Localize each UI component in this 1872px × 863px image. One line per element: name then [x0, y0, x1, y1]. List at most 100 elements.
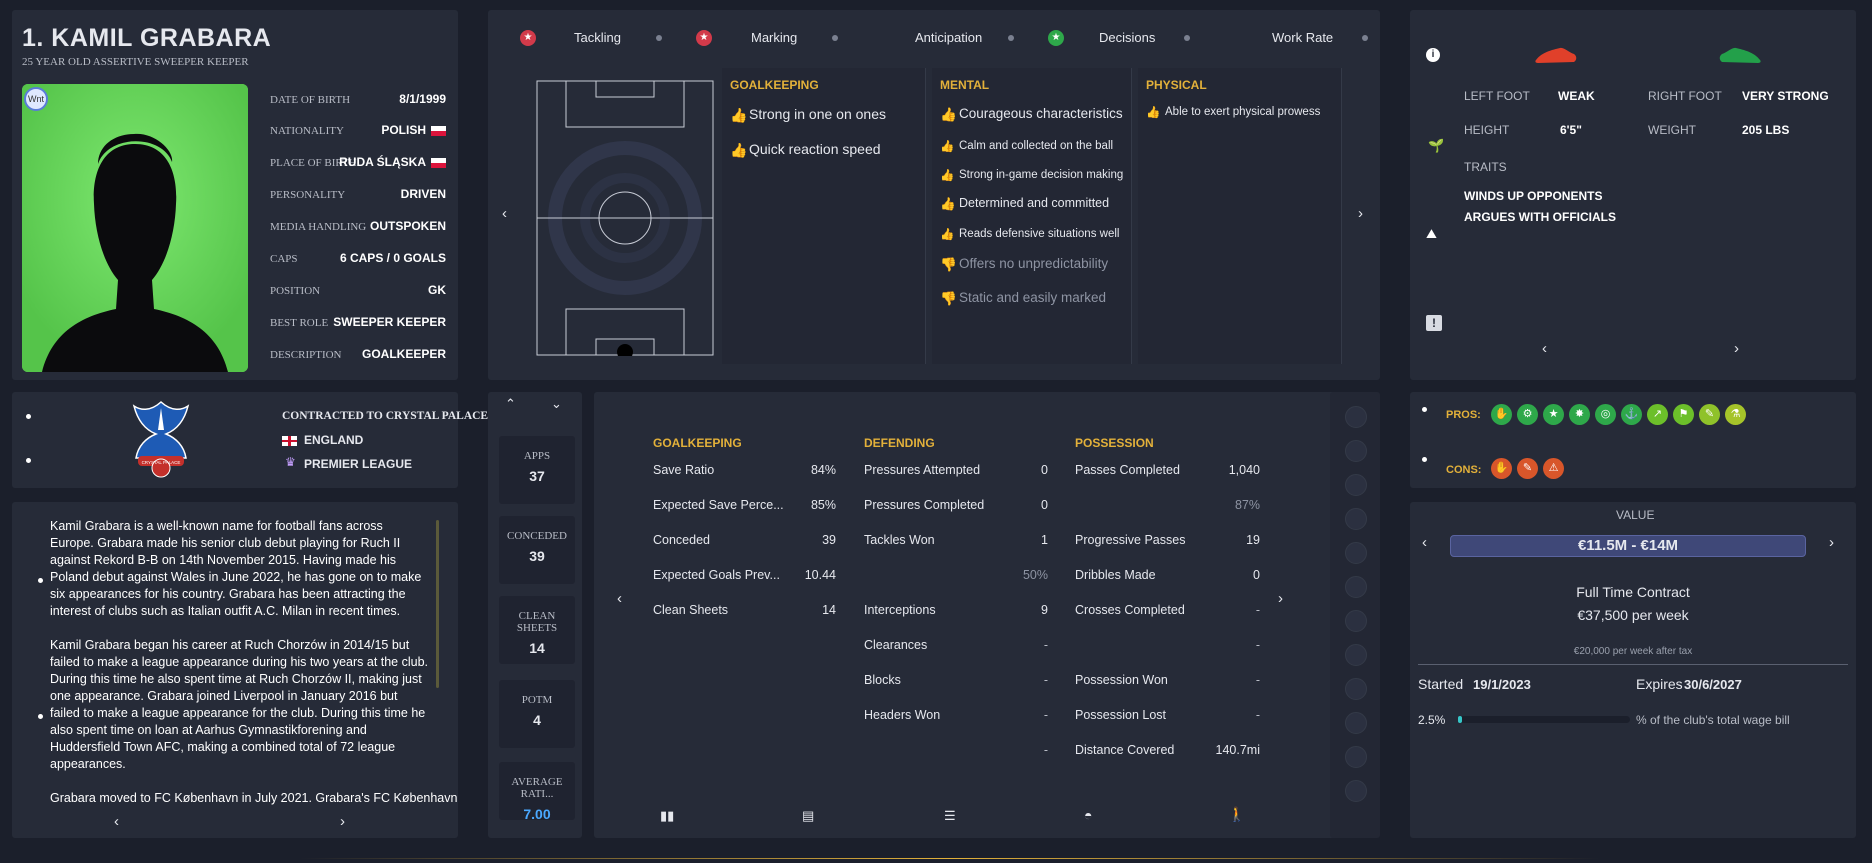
- stat-value: 0: [1253, 568, 1260, 582]
- thumbs-up-icon: 👍: [940, 141, 955, 153]
- thumbs-up-icon: 👍: [940, 170, 955, 182]
- season-stat-label: CONCEDED: [507, 530, 567, 542]
- con-attribute-icon[interactable]: ✎: [1517, 458, 1538, 479]
- stat-row: Distance Covered 140.7mi: [1075, 743, 1260, 761]
- next-arrow-icon[interactable]: ›: [1734, 340, 1739, 357]
- season-stat: CLEAN SHEETS 14: [499, 596, 575, 664]
- profile-row-value[interactable]: RUDA ŚLĄSKA: [339, 155, 446, 169]
- goalkeeping-header: GOALKEEPING: [653, 436, 742, 450]
- next-arrow-icon[interactable]: ›: [340, 813, 345, 830]
- prev-arrow-icon[interactable]: ‹: [1542, 340, 1547, 357]
- sprout-icon[interactable]: 🌱: [1428, 138, 1444, 154]
- nav-circle-icon[interactable]: [1345, 508, 1367, 530]
- stat-value: 85%: [810, 498, 836, 512]
- nav-circle-icon[interactable]: [1345, 780, 1367, 802]
- bullet-icon: [26, 458, 31, 463]
- next-arrow-icon[interactable]: ›: [1829, 534, 1834, 551]
- pro-attribute-icon[interactable]: ✸: [1569, 404, 1590, 425]
- list-icon[interactable]: ☰: [944, 808, 956, 824]
- club-panel: [12, 392, 458, 488]
- wanted-badge[interactable]: Wnt: [24, 87, 48, 111]
- profile-row: CAPS 6 CAPS / 0 GOALS: [270, 249, 446, 267]
- pro-attribute-icon[interactable]: ◎: [1595, 404, 1616, 425]
- value-text: €11.5M - €14M: [1577, 537, 1679, 554]
- pro-attribute-icon[interactable]: ↗: [1647, 404, 1668, 425]
- profile-row-label: CAPS: [270, 253, 298, 265]
- league-logo-icon: ♛: [285, 455, 296, 469]
- next-arrow-icon[interactable]: ›: [1358, 205, 1363, 222]
- info-icon[interactable]: i: [1426, 48, 1440, 62]
- pro-attribute-icon[interactable]: ⚙: [1517, 404, 1538, 425]
- mountain-icon[interactable]: ⛰: [1426, 226, 1437, 242]
- prev-arrow-icon[interactable]: ‹: [114, 813, 119, 830]
- bio-scrollbar[interactable]: [436, 520, 439, 688]
- pro-attribute-icon[interactable]: ⚓: [1621, 404, 1642, 425]
- player-name: 1. KAMIL GRABARA: [22, 24, 272, 52]
- started-value: 19/1/2023: [1473, 677, 1531, 692]
- nav-circle-icon[interactable]: [1345, 712, 1367, 734]
- alert-icon[interactable]: !: [1426, 315, 1442, 331]
- stat-label: Pressures Completed: [864, 498, 985, 512]
- country-text[interactable]: ENGLAND: [304, 433, 363, 447]
- profile-row-label: POSITION: [270, 285, 321, 297]
- chevron-up-icon[interactable]: ⌃: [505, 396, 516, 412]
- stat-value: 10.44: [804, 568, 836, 582]
- stat-row: Pressures Completed 0: [864, 498, 1048, 516]
- pro-attribute-icon[interactable]: ★: [1543, 404, 1564, 425]
- trait-item: 👍 Reads defensive situations well: [940, 228, 1120, 241]
- thumbs-down-icon: 👎: [940, 291, 957, 306]
- notebook-icon[interactable]: ▤: [802, 808, 814, 824]
- nav-circle-icon[interactable]: [1345, 644, 1367, 666]
- pro-attribute-icon[interactable]: ✎: [1699, 404, 1720, 425]
- prev-arrow-icon[interactable]: ‹: [617, 590, 622, 607]
- next-arrow-icon[interactable]: ›: [1278, 590, 1283, 607]
- wage-bar-fill: [1458, 716, 1463, 723]
- stat-row: 50%: [864, 568, 1048, 586]
- stat-row: Expected Save Perce... 85%: [653, 498, 836, 516]
- bullet-icon: [26, 414, 31, 419]
- walker-icon[interactable]: 🚶: [1228, 806, 1245, 823]
- nav-circle-icon[interactable]: [1345, 474, 1367, 496]
- contract-club-text: CONTRACTED TO CRYSTAL PALACE: [282, 410, 489, 422]
- profile-row-value[interactable]: POLISH: [381, 123, 446, 137]
- stat-row: Blocks -: [864, 673, 1048, 691]
- nav-circle-icon[interactable]: [1345, 678, 1367, 700]
- con-attribute-icon[interactable]: ✋: [1491, 458, 1512, 479]
- stat-row: Conceded 39: [653, 533, 836, 551]
- prev-arrow-icon[interactable]: ‹: [502, 205, 507, 222]
- pro-attribute-icon[interactable]: ⚗: [1725, 404, 1746, 425]
- nav-circle-icon[interactable]: [1345, 406, 1367, 428]
- prev-arrow-icon[interactable]: ‹: [1422, 534, 1427, 551]
- club-crest-icon[interactable]: CRYSTAL PALACE: [126, 398, 196, 480]
- season-stat: POTM 4: [499, 680, 575, 748]
- pro-attribute-icon[interactable]: ⚑: [1673, 404, 1694, 425]
- chevron-down-icon[interactable]: ⌄: [551, 396, 562, 412]
- stat-row: Clearances -: [864, 638, 1048, 656]
- stat-row: Crosses Completed -: [1075, 603, 1260, 621]
- profile-row: BEST ROLE SWEEPER KEEPER: [270, 313, 446, 331]
- poland-flag-icon: [431, 157, 446, 168]
- value-bar[interactable]: €11.5M - €14M: [1450, 535, 1806, 557]
- nav-circle-icon[interactable]: [1345, 576, 1367, 598]
- shirt-icon[interactable]: ◓: [1084, 807, 1092, 823]
- bar-chart-icon[interactable]: ▮▮: [660, 808, 674, 824]
- divider: [1418, 664, 1848, 665]
- goalkeeping-title: GOALKEEPING: [730, 78, 819, 92]
- nav-circle-icon[interactable]: [1345, 610, 1367, 632]
- nav-circle-icon[interactable]: [1345, 440, 1367, 462]
- right-boot-icon: [1719, 47, 1761, 63]
- profile-row-value: 8/1/1999: [399, 92, 446, 106]
- pro-attribute-icon[interactable]: ✋: [1491, 404, 1512, 425]
- thumbs-up-icon: 👍: [730, 107, 748, 123]
- league-text[interactable]: PREMIER LEAGUE: [304, 457, 412, 471]
- con-attribute-icon[interactable]: ⚠: [1543, 458, 1564, 479]
- physical-column: PHYSICAL 👍 Able to exert physical prowess: [1138, 68, 1342, 364]
- season-stat-label: AVERAGE RATI...: [511, 776, 563, 800]
- nav-circle-icon[interactable]: [1345, 542, 1367, 564]
- dot-icon: [1184, 35, 1190, 41]
- nav-circle-icon[interactable]: [1345, 746, 1367, 768]
- stat-value: -: [1255, 673, 1260, 687]
- trait-item-negative: 👎 Offers no unpredictability: [940, 256, 1109, 272]
- bottom-accent-line: [300, 858, 1600, 859]
- bio-paragraph-3: Grabara moved to FC København in July 20…: [50, 791, 458, 805]
